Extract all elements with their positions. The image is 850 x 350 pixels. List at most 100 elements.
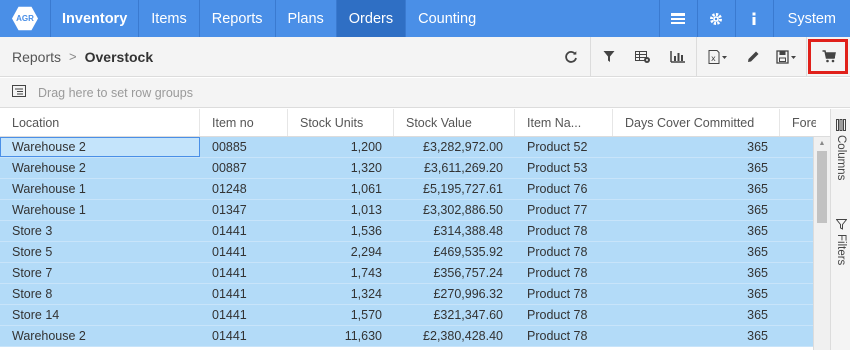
save-icon[interactable] bbox=[768, 37, 806, 76]
columns-panel-button[interactable]: Columns bbox=[831, 119, 850, 180]
cell-location[interactable]: Store 3 bbox=[0, 221, 200, 241]
cell-stock-units[interactable]: 1,570 bbox=[288, 305, 394, 325]
cell-item-no[interactable]: 01441 bbox=[200, 221, 288, 241]
edit-icon[interactable] bbox=[738, 37, 768, 76]
table-row[interactable]: Warehouse 2 00885 1,200 £3,282,972.00 Produc… bbox=[0, 137, 830, 158]
table-row[interactable]: Store 8 01441 1,324 £270,996.32 Product 78 36… bbox=[0, 284, 830, 305]
scroll-up-arrow-icon[interactable]: ▲ bbox=[814, 137, 830, 149]
cell-forecast[interactable] bbox=[780, 263, 816, 283]
nav-item-orders[interactable]: Orders bbox=[335, 0, 406, 37]
cell-location[interactable]: Store 14 bbox=[0, 305, 200, 325]
cell-item-name[interactable]: Product 78 bbox=[515, 326, 613, 346]
cell-stock-value[interactable]: £469,535.92 bbox=[394, 242, 515, 262]
cell-stock-units[interactable]: 1,536 bbox=[288, 221, 394, 241]
filters-panel-button[interactable]: Filters bbox=[831, 219, 850, 265]
cell-days-cover-committed[interactable]: 365 bbox=[613, 221, 780, 241]
table-settings-icon[interactable] bbox=[626, 37, 660, 76]
info-icon[interactable] bbox=[734, 0, 773, 37]
cell-forecast[interactable] bbox=[780, 200, 816, 220]
cell-location[interactable]: Warehouse 2 bbox=[0, 326, 200, 346]
cell-stock-units[interactable]: 1,013 bbox=[288, 200, 394, 220]
table-row[interactable]: Warehouse 2 01441 11,630 £2,380,428.40 Produ… bbox=[0, 326, 830, 347]
row-group-panel[interactable]: Drag here to set row groups bbox=[0, 78, 850, 108]
cell-days-cover-committed[interactable]: 365 bbox=[613, 179, 780, 199]
cell-forecast[interactable] bbox=[780, 242, 816, 262]
cell-item-no[interactable]: 01441 bbox=[200, 284, 288, 304]
table-row[interactable]: Warehouse 2 00887 1,320 £3,611,269.20 Produc… bbox=[0, 158, 830, 179]
cell-stock-units[interactable]: 1,743 bbox=[288, 263, 394, 283]
cell-item-no[interactable]: 01441 bbox=[200, 326, 288, 346]
excel-export-icon[interactable]: x bbox=[696, 37, 738, 76]
nav-item-system[interactable]: System bbox=[772, 0, 850, 37]
agr-logo[interactable]: AGR bbox=[0, 0, 50, 37]
cell-item-name[interactable]: Product 78 bbox=[515, 221, 613, 241]
column-header-stock-value[interactable]: Stock Value bbox=[394, 109, 515, 136]
cart-icon[interactable] bbox=[806, 37, 850, 76]
cell-item-name[interactable]: Product 52 bbox=[515, 137, 613, 157]
cell-location[interactable]: Store 7 bbox=[0, 263, 200, 283]
gear-icon[interactable] bbox=[696, 0, 735, 37]
cell-location[interactable]: Store 5 bbox=[0, 242, 200, 262]
cell-item-name[interactable]: Product 78 bbox=[515, 263, 613, 283]
cell-days-cover-committed[interactable]: 365 bbox=[613, 137, 780, 157]
column-header-item-name[interactable]: Item Na... bbox=[515, 109, 613, 136]
cell-item-name[interactable]: Product 78 bbox=[515, 284, 613, 304]
column-header-days-cover-committed[interactable]: Days Cover Committed bbox=[613, 109, 780, 136]
cell-stock-units[interactable]: 2,294 bbox=[288, 242, 394, 262]
refresh-icon[interactable] bbox=[552, 37, 590, 76]
column-header-forecast[interactable]: Foreca bbox=[780, 109, 816, 136]
cell-stock-value[interactable]: £321,347.60 bbox=[394, 305, 515, 325]
chart-icon[interactable] bbox=[660, 37, 696, 76]
cell-stock-value[interactable]: £314,388.48 bbox=[394, 221, 515, 241]
cell-location[interactable]: Warehouse 2 bbox=[0, 158, 200, 178]
cell-forecast[interactable] bbox=[780, 326, 816, 346]
column-header-item-no[interactable]: Item no bbox=[200, 109, 288, 136]
cell-forecast[interactable] bbox=[780, 137, 816, 157]
nav-item-reports[interactable]: Reports bbox=[198, 0, 275, 37]
cell-stock-value[interactable]: £270,996.32 bbox=[394, 284, 515, 304]
cell-item-name[interactable]: Product 78 bbox=[515, 305, 613, 325]
table-row[interactable]: Store 14 01441 1,570 £321,347.60 Product 78 3… bbox=[0, 305, 830, 326]
cell-forecast[interactable] bbox=[780, 221, 816, 241]
cell-stock-value[interactable]: £3,302,886.50 bbox=[394, 200, 515, 220]
cell-item-name[interactable]: Product 78 bbox=[515, 242, 613, 262]
vertical-scrollbar[interactable]: ▲ bbox=[813, 137, 830, 350]
cell-item-no[interactable]: 01347 bbox=[200, 200, 288, 220]
cell-stock-units[interactable]: 1,061 bbox=[288, 179, 394, 199]
cell-location[interactable]: Warehouse 1 bbox=[0, 179, 200, 199]
cell-item-name[interactable]: Product 77 bbox=[515, 200, 613, 220]
cell-item-no[interactable]: 01441 bbox=[200, 305, 288, 325]
cell-forecast[interactable] bbox=[780, 284, 816, 304]
cell-days-cover-committed[interactable]: 365 bbox=[613, 284, 780, 304]
cell-days-cover-committed[interactable]: 365 bbox=[613, 200, 780, 220]
cell-stock-units[interactable]: 1,324 bbox=[288, 284, 394, 304]
cell-item-no[interactable]: 00887 bbox=[200, 158, 288, 178]
table-row[interactable]: Warehouse 1 01347 1,013 £3,302,886.50 Produc… bbox=[0, 200, 830, 221]
table-row[interactable]: Store 3 01441 1,536 £314,388.48 Product 78 36… bbox=[0, 221, 830, 242]
cell-forecast[interactable] bbox=[780, 179, 816, 199]
cell-item-no[interactable]: 01248 bbox=[200, 179, 288, 199]
column-header-stock-units[interactable]: Stock Units bbox=[288, 109, 394, 136]
cell-stock-value[interactable]: £2,380,428.40 bbox=[394, 326, 515, 346]
table-row[interactable]: Store 7 01441 1,743 £356,757.24 Product 78 36… bbox=[0, 263, 830, 284]
cell-days-cover-committed[interactable]: 365 bbox=[613, 158, 780, 178]
cell-stock-units[interactable]: 1,200 bbox=[288, 137, 394, 157]
column-header-location[interactable]: Location bbox=[0, 109, 200, 136]
cell-days-cover-committed[interactable]: 365 bbox=[613, 305, 780, 325]
cell-forecast[interactable] bbox=[780, 305, 816, 325]
cell-forecast[interactable] bbox=[780, 158, 816, 178]
cell-item-no[interactable]: 00885 bbox=[200, 137, 288, 157]
cell-stock-value[interactable]: £356,757.24 bbox=[394, 263, 515, 283]
nav-item-items[interactable]: Items bbox=[138, 0, 198, 37]
cell-days-cover-committed[interactable]: 365 bbox=[613, 263, 780, 283]
cell-item-name[interactable]: Product 76 bbox=[515, 179, 613, 199]
cell-stock-value[interactable]: £3,611,269.20 bbox=[394, 158, 515, 178]
cell-location[interactable]: Warehouse 2 bbox=[0, 137, 200, 157]
cell-stock-value[interactable]: £3,282,972.00 bbox=[394, 137, 515, 157]
nav-item-plans[interactable]: Plans bbox=[274, 0, 336, 37]
filter-icon[interactable] bbox=[590, 37, 626, 76]
cell-days-cover-committed[interactable]: 365 bbox=[613, 242, 780, 262]
cell-item-name[interactable]: Product 53 bbox=[515, 158, 613, 178]
nav-brand-inventory[interactable]: Inventory bbox=[50, 0, 138, 37]
cell-location[interactable]: Store 8 bbox=[0, 284, 200, 304]
